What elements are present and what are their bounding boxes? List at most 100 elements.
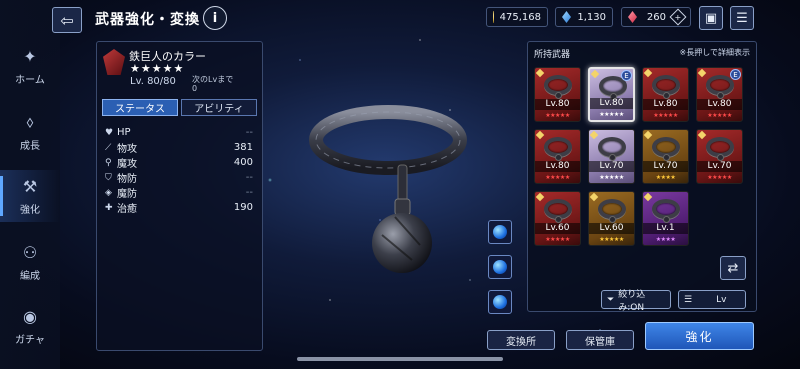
currency-gold: 475,168: [486, 7, 548, 27]
enhance-button[interactable]: 強化: [645, 322, 754, 350]
sidebar-item-label: 編成: [20, 270, 40, 282]
sidebar-item-growth[interactable]: ⬨ 成長: [0, 106, 60, 158]
weapon-card[interactable]: Lv.70 ★★★★★: [696, 129, 743, 184]
equipped-badge: E: [730, 69, 741, 80]
party-icon: ⚇: [22, 242, 38, 262]
sidebar-item-enhance[interactable]: ⚒ 強化: [0, 170, 60, 222]
add-currency-icon[interactable]: +: [669, 8, 687, 26]
collar-pendant-icon: [555, 216, 562, 223]
briefcase-icon: ▣: [704, 10, 718, 26]
rarity-diamond-icon: [643, 130, 653, 140]
stat-row-phys-atk: ⟋ 物攻 381: [105, 142, 253, 155]
weapon-card[interactable]: Lv.80 ★★★★★: [642, 67, 689, 122]
filter-label: 絞り込み:ON: [618, 289, 646, 313]
weapon-card-stars: ★★★★★: [589, 173, 634, 182]
gold-coin-icon: [493, 11, 494, 23]
weapon-card[interactable]: Lv.80 ★★★★★: [534, 67, 581, 122]
weapon-card[interactable]: Lv.80 ★★★★★: [534, 129, 581, 184]
rarity-diamond-icon: [589, 192, 599, 202]
star-rating: ★★★★★: [599, 236, 624, 243]
info-button[interactable]: i: [203, 6, 227, 30]
inventory-title: 所持武器: [534, 50, 571, 60]
rarity-diamond-icon: [590, 69, 600, 79]
weapon-card-stars: ★★★★★: [589, 235, 634, 244]
weapon-card-level: Lv.80: [535, 161, 580, 172]
star-rating: ★★★★★: [545, 174, 570, 181]
rarity-diamond-icon: [535, 130, 545, 140]
item-box-button[interactable]: ▣: [699, 6, 723, 30]
equipped-badge: E: [621, 70, 632, 81]
orb-icon: [493, 295, 507, 309]
weapon-card[interactable]: Lv.70 ★★★★: [642, 129, 689, 184]
rarity-diamond-icon: [697, 68, 707, 78]
page-title: 武器強化・変換: [95, 12, 200, 28]
weapon-card[interactable]: E Lv.80 ★★★★★: [588, 67, 635, 122]
back-arrow-icon: ⇦: [60, 10, 74, 30]
heart-icon: ♥: [105, 127, 114, 138]
weapon-3d-preview[interactable]: [300, 95, 470, 280]
collar-pendant-icon: [717, 154, 724, 161]
collar-pendant-icon: [555, 92, 562, 99]
weapon-card[interactable]: Lv.60 ★★★★★: [534, 191, 581, 246]
filter-button[interactable]: ⏷ 絞り込み:ON: [601, 290, 671, 313]
exchange-button[interactable]: 変換所: [487, 330, 555, 350]
rarity-diamond-icon: [643, 192, 653, 202]
weapon-card[interactable]: E Lv.80 ★★★★★: [696, 67, 743, 122]
back-button[interactable]: ⇦: [52, 7, 82, 33]
sidebar-item-party[interactable]: ⚇ 編成: [0, 236, 60, 288]
rarity-diamond-icon: [643, 68, 653, 78]
shield-icon: ⛉: [105, 172, 112, 183]
stat-row-phys-def: ⛉ 物防 --: [105, 172, 253, 185]
home-indicator[interactable]: [297, 357, 503, 361]
weapon-card-stars: ★★★★★: [697, 111, 742, 120]
orb-icon: [493, 225, 507, 239]
hamburger-menu-icon: ☰: [736, 10, 748, 26]
material-orb-button-2[interactable]: [488, 255, 512, 279]
material-orb-button-3[interactable]: [488, 290, 512, 314]
stat-row-mag-atk: ⚲ 魔攻 400: [105, 157, 253, 170]
currency-blue-value: 1,130: [577, 11, 606, 23]
sidebar: ✦ ホーム ⬨ 成長 ⚒ 強化 ⚇ 編成 ◉ ガチャ: [0, 0, 60, 369]
sword-icon: ⟋: [105, 142, 112, 153]
weapon-card-stars: ★★★★: [643, 235, 688, 244]
star-rating: ★★★★★: [707, 174, 732, 181]
gacha-icon: ◉: [23, 306, 37, 326]
weapon-card-level: Lv.80: [697, 99, 742, 110]
star-rating: ★★★★★: [599, 174, 624, 181]
material-orb-button-1[interactable]: [488, 220, 512, 244]
weapon-card-level: Lv.60: [535, 223, 580, 234]
weapon-card-stars: ★★★★★: [535, 111, 580, 120]
sidebar-item-home[interactable]: ✦ ホーム: [0, 40, 60, 92]
weapon-card-level: Lv.80: [643, 99, 688, 110]
currency-red-crystal[interactable]: 260 +: [621, 7, 691, 27]
weapon-card-stars: ★★★★★: [643, 111, 688, 120]
weapon-level: Lv. 80/80: [130, 76, 176, 87]
inventory-hint: ※長押しで詳細表示: [679, 48, 750, 57]
stat-row-hp: ♥ HP --: [105, 127, 253, 138]
sidebar-item-label: 強化: [20, 204, 40, 216]
sort-button[interactable]: ☰ Lv: [678, 290, 746, 309]
heal-icon: ✚: [105, 202, 113, 213]
weapon-card-level: Lv.70: [643, 161, 688, 172]
stat-row-heal: ✚ 治癒 190: [105, 202, 253, 215]
weapon-card-stars: ★★★★★: [697, 173, 742, 182]
weapon-card-stars: ★★★★★: [535, 235, 580, 244]
sort-label: Lv: [716, 294, 727, 305]
swap-button[interactable]: ⇄: [720, 256, 746, 280]
weapon-card-stars: ★★★★: [643, 173, 688, 182]
tab-ability[interactable]: アビリティ: [181, 99, 257, 116]
storage-button[interactable]: 保管庫: [566, 330, 634, 350]
currency-blue-crystal: 1,130: [555, 7, 613, 27]
tab-status[interactable]: ステータス: [102, 99, 178, 116]
home-icon: ✦: [23, 46, 37, 66]
weapon-card[interactable]: Lv.70 ★★★★★: [588, 129, 635, 184]
sidebar-item-gacha[interactable]: ◉ ガチャ: [0, 300, 60, 352]
weapon-card[interactable]: Lv.60 ★★★★★: [588, 191, 635, 246]
magic-shield-icon: ◈: [105, 187, 112, 198]
growth-icon: ⬨: [26, 112, 34, 131]
star-rating: ★★★★★: [545, 236, 570, 243]
weapon-card-stars: ★★★★★: [535, 173, 580, 182]
rarity-diamond-icon: [589, 130, 599, 140]
menu-button[interactable]: ☰: [730, 6, 754, 30]
weapon-card[interactable]: Lv.1 ★★★★: [642, 191, 689, 246]
